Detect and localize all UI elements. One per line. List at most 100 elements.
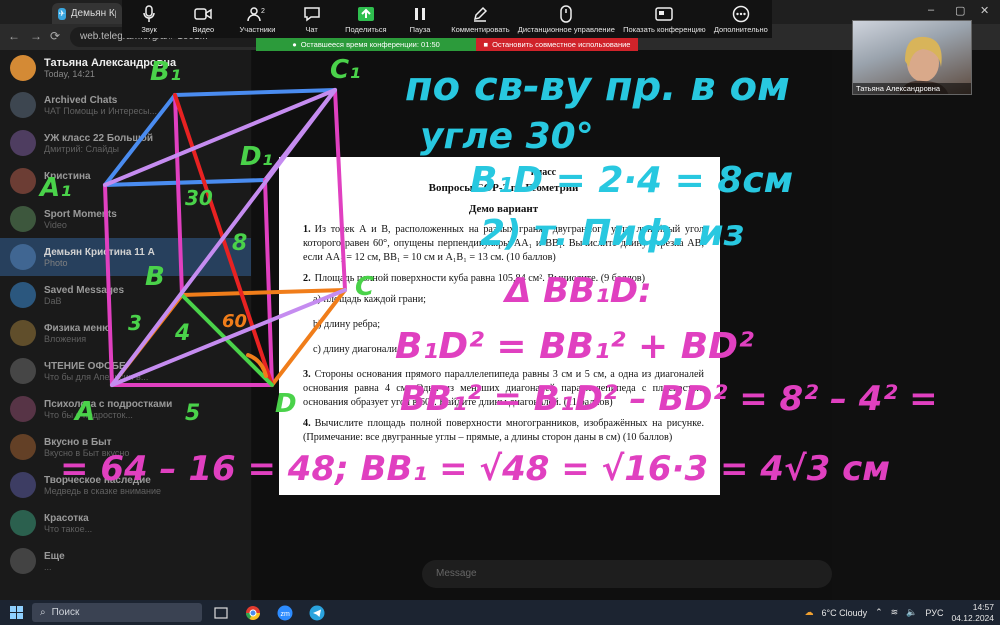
chat-list-item[interactable]: Вкусно в Быт Вкусно в Быт вкусно [0,428,251,466]
chat-list-item[interactable]: ЧТЕНИЕ ОФОБЕ Что бы для Апельсин в... [0,352,251,390]
weather-text[interactable]: 6°C Cloudy [821,608,867,618]
task-2-a: a) площадь каждой грани; [313,294,426,305]
more-button[interactable]: Дополнительно [714,3,768,34]
stop-share-button[interactable]: ■ Остановить совместное использование [476,38,638,51]
remaining-time-label: Оставшееся время конференции: 01:50 [300,40,440,49]
weather-icon: ☁ [804,607,814,617]
right-panel [832,50,1000,600]
chat-avatar [10,396,36,422]
audio-button[interactable]: Звук [126,3,172,34]
chat-avatar [10,130,36,156]
chat-avatar [10,168,36,194]
chat-avatar [10,244,36,270]
chat-title: Вкусно в Быт [44,436,112,448]
participants-button[interactable]: 2 Участники [234,3,280,34]
chat-button[interactable]: Чат [289,3,335,34]
chat-title: УЖ класс 22 Большой [44,132,154,144]
chat-list-item[interactable]: Демьян Кристина 11 А Photo [0,238,251,276]
chat-list-item[interactable]: Еще... [0,542,251,580]
show-meeting-label: Показать конференцию [623,25,706,34]
taskbar-search[interactable]: ⌕ Поиск [32,603,202,622]
chat-list-item[interactable]: Sport Moments Video [0,200,251,238]
participants-label: Участники [239,25,276,34]
message-input[interactable]: Message [422,560,832,588]
close-window-button[interactable]: ✕ [980,4,989,17]
video-label: Видео [192,25,215,34]
telegram-app-button[interactable] [304,600,330,625]
task-1: 1. Из точек А и В, расположенных на разны… [303,224,704,263]
chat-list-item[interactable]: Психолога с подростками Что бы я подросто… [0,390,251,428]
task-2-c: c) длину диагонали. [313,344,400,355]
chat-list-item[interactable]: Archived Chats ЧАТ Помощь и Интересы... [0,86,251,124]
chat-avatar [10,282,36,308]
chat-preview: Дмитрий: Слайды [44,143,119,154]
chat-title: Физика меню [44,322,111,334]
back-arrow-icon[interactable]: ← [8,29,20,43]
task-2-text: Площадь полной поверхности куба равна 10… [314,273,646,284]
pause-button[interactable]: Пауза [397,3,443,34]
windows-taskbar: ⌕ Поиск zm ☁ 6°C Cloudy ⌃ ≋ 🔈 РУС 14:57 … [0,600,1000,625]
chat-preview: Что бы для Апельсин в... [44,371,149,382]
browser-tab[interactable]: ✈ Демьян Кристи [52,3,122,24]
reload-icon[interactable]: ⟳ [50,29,60,43]
task-2: 2. Площадь полной поверхности куба равна … [303,273,646,284]
remote-control-label: Дистанционное управление [517,25,615,34]
pause-label: Пауза [409,25,431,34]
zoom-app-button[interactable]: zm [272,600,298,625]
maximize-button[interactable]: ▢ [955,4,965,17]
chat-title: Archived Chats [44,94,118,106]
language-indicator[interactable]: РУС [925,608,943,618]
chat-preview: Photo [44,257,68,268]
remote-control-icon [560,5,573,23]
chat-title: Демьян Кристина 11 А [44,246,155,258]
clock[interactable]: 14:57 04.12.2024 [951,602,994,624]
zoom-toolbar: Звук Видео 2 Участники Чат Поделиться Па… [122,0,772,38]
chat-list-item[interactable]: Красотка Что такое... [0,504,251,542]
chat-preview: Video [44,219,67,230]
chat-avatar [10,320,36,346]
speaker-icon[interactable]: 🔈 [906,607,917,618]
remaining-time: ● Оставшееся время конференции: 01:50 [256,38,476,51]
chat-preview: ... [44,181,52,192]
show-meeting-button[interactable]: Показать конференцию [623,3,706,34]
chat-title: Кристина [44,170,91,182]
annotate-button[interactable]: Комментировать [451,3,510,34]
chat-list-item[interactable]: Saved Messages DaB [0,276,251,314]
chat-list-item[interactable]: Физика меню Вложения [0,314,251,352]
telegram-chat-list: Татьяна Александровна Today, 14:21 Archi… [0,50,252,600]
pause-icon [415,8,426,20]
participant-video[interactable]: Татьяна Александровна [852,20,972,95]
video-button[interactable]: Видео [180,3,226,34]
chat-list-item[interactable]: УЖ класс 22 Большой Дмитрий: Слайды [0,124,251,162]
start-button[interactable] [0,606,32,619]
annotate-label: Комментировать [451,25,510,34]
chat-avatar [10,472,36,498]
chat-avatar [10,434,36,460]
participant-name: Татьяна Александровна [853,83,971,94]
document-class-line: класс [530,167,557,178]
chat-list-item[interactable]: Творческое наследие Медведь в сказке вним… [0,466,251,504]
video-camera-icon [194,8,213,20]
chat-list-item[interactable]: Кристина... [0,162,251,200]
more-icon [732,5,750,23]
minimize-button[interactable]: – [928,4,934,16]
wifi-icon[interactable]: ≋ [891,607,899,618]
remote-control-button[interactable]: Дистанционное управление [518,3,615,34]
chrome-button[interactable] [240,600,266,625]
chat-title: Еще [44,550,65,562]
share-button[interactable]: Поделиться [343,3,389,34]
avatar[interactable] [10,55,36,81]
search-icon: ⌕ [40,607,46,618]
task-view-button[interactable] [208,600,234,625]
task-3: 3. Стороны основания прямого параллелепип… [303,369,704,408]
system-tray: ☁ 6°C Cloudy ⌃ ≋ 🔈 РУС 14:57 04.12.2024 [804,600,994,625]
chat-preview: ЧАТ Помощь и Интересы... [44,105,158,116]
task-4: 4. Вычислите площадь полной поверхности м… [303,418,704,443]
microphone-icon [143,5,155,22]
document-subtitle: Демо вариант [468,203,539,215]
forward-arrow-icon[interactable]: → [30,29,42,43]
tray-up-icon[interactable]: ⌃ [875,607,883,618]
windows-logo-icon [9,606,23,619]
stop-icon: ■ [483,40,489,49]
telegram-app-icon [309,605,325,620]
